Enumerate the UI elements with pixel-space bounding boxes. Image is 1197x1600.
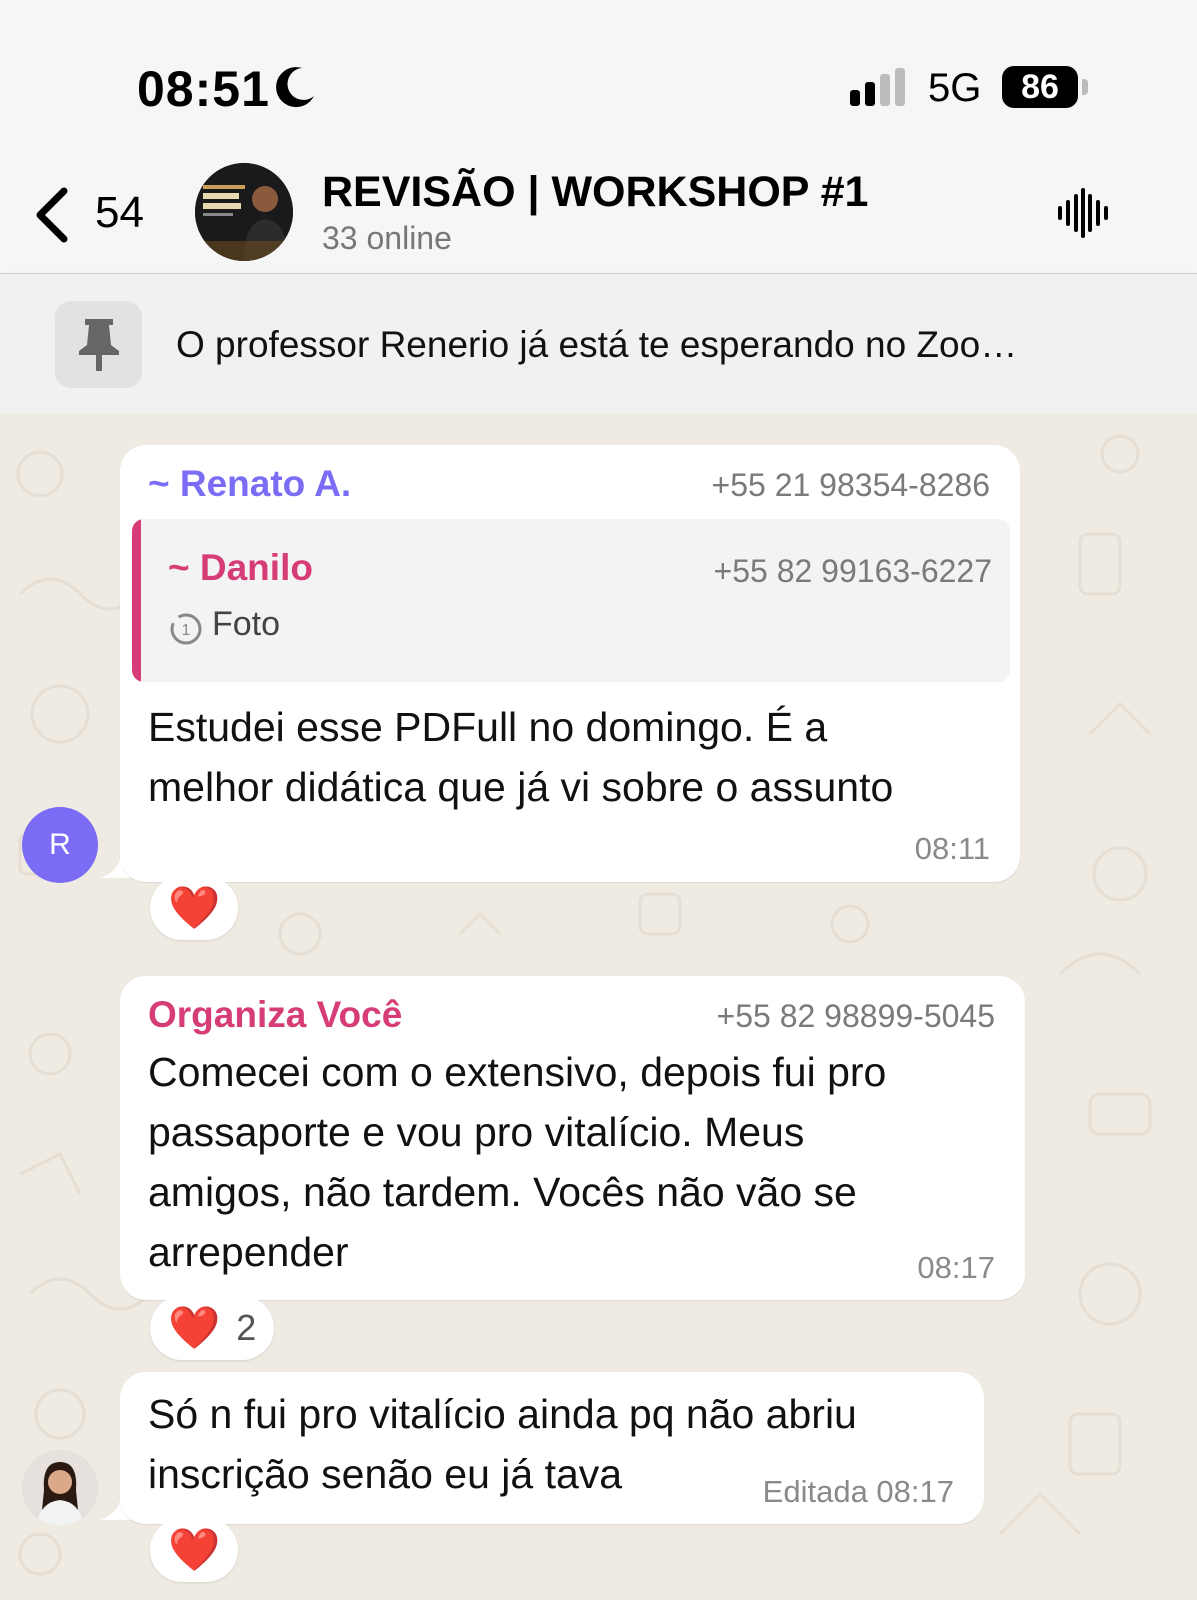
sender-avatar-renato[interactable]: R: [22, 807, 98, 883]
message-time: 08:17: [917, 1250, 995, 1285]
battery-level: 86: [1021, 68, 1059, 106]
status-bar: 08:51 5G 86: [0, 0, 1197, 150]
message-reaction[interactable]: ❤️ 2: [150, 1296, 275, 1360]
group-avatar[interactable]: [195, 163, 293, 261]
moon-icon: [276, 67, 314, 108]
heart-reaction-icon: ❤️: [168, 883, 221, 931]
message-reaction[interactable]: ❤️: [150, 1518, 239, 1582]
quoted-message[interactable]: ~ Danilo +55 82 99163-6227 1 Foto: [132, 519, 1010, 682]
message-reaction[interactable]: ❤️: [150, 876, 239, 940]
message-bubble[interactable]: Organiza Você +55 82 98899-5045 Comecei …: [120, 976, 1025, 1300]
message-time: Editada 08:17: [762, 1474, 954, 1509]
quoted-sender: ~ Danilo: [168, 547, 313, 588]
status-time: 08:51: [137, 61, 270, 117]
pinned-message-bar[interactable]: O professor Renerio já está te esperando…: [0, 274, 1197, 414]
message-sender[interactable]: ~ Renato A.: [148, 463, 351, 505]
quoted-text: Foto: [212, 605, 281, 643]
voice-chat-icon[interactable]: [1056, 188, 1110, 238]
pinned-message-text: O professor Renerio já está te esperando…: [176, 324, 1018, 365]
sender-avatar-photo[interactable]: [22, 1450, 98, 1526]
network-label: 5G: [928, 66, 982, 110]
message-text: Comecei com o extensivo, depois fui pro …: [148, 1049, 887, 1275]
back-chevron-icon[interactable]: [32, 185, 72, 245]
reaction-count: 2: [236, 1307, 257, 1348]
message-sender-phone: +55 82 98899-5045: [716, 998, 995, 1034]
message-sender[interactable]: Organiza Você: [148, 994, 402, 1036]
signal-icon: [850, 68, 905, 106]
back-unread-count[interactable]: 54: [95, 188, 144, 238]
pin-icon: [79, 319, 119, 371]
heart-reaction-icon: ❤️: [168, 1525, 221, 1573]
pin-button[interactable]: [55, 301, 142, 388]
message-bubble[interactable]: ~ Renato A. +55 21 98354-8286 ~ Danilo +…: [120, 445, 1020, 882]
group-title[interactable]: REVISÃO | WORKSHOP #1: [322, 168, 868, 217]
message-text: Estudei esse PDFull no domingo. É a melh…: [148, 704, 894, 810]
message-sender-phone: +55 21 98354-8286: [711, 467, 990, 503]
quoted-sender-phone: +55 82 99163-6227: [713, 553, 992, 589]
group-online-count: 33 online: [322, 220, 452, 256]
message-time: 08:11: [914, 831, 990, 866]
chat-header: 54 REVISÃO | WORKSHOP #1 33 online: [0, 150, 1197, 274]
svg-text:1: 1: [182, 622, 191, 639]
message-bubble[interactable]: Só n fui pro vitalício ainda pq não abri…: [120, 1372, 984, 1524]
heart-reaction-icon: ❤️: [168, 1303, 221, 1351]
battery-icon: 86: [1002, 66, 1088, 110]
quote-accent-bar: [132, 519, 141, 682]
view-once-icon: 1: [170, 613, 202, 645]
